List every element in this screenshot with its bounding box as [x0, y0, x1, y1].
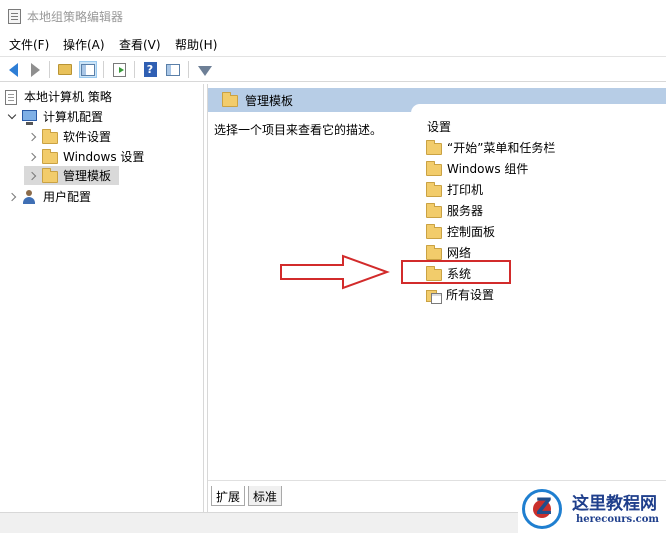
list-item-label: 网络 [447, 246, 472, 260]
help-button[interactable]: ? [141, 61, 159, 78]
tree-item-label: 计算机配置 [43, 110, 104, 124]
folder-icon [426, 244, 442, 260]
watermark-site-name: 这里教程网 [572, 494, 657, 514]
watermark: 这里教程网 herecours.com [518, 487, 666, 533]
folder-icon [426, 160, 442, 176]
forward-button[interactable] [26, 61, 44, 78]
all-settings-icon [426, 288, 442, 304]
list-item-printers[interactable]: 打印机 [426, 180, 483, 199]
menu-help[interactable]: 帮助(H) [175, 36, 217, 53]
folder-icon [426, 202, 442, 218]
tree-item-user-config[interactable]: 用户配置 [4, 187, 91, 206]
annotation-arrow-shape [280, 254, 390, 290]
back-icon [8, 62, 18, 77]
toolbar-separator [188, 61, 189, 78]
details-header-title: 管理模板 [245, 94, 294, 108]
details-pane: 管理模板 选择一个项目来查看它的描述。 设置 “开始”菜单和任务栏 Window… [207, 84, 666, 512]
show-hide-action-pane-icon [166, 63, 180, 76]
tree-item-label: 用户配置 [43, 190, 92, 204]
tree-item-label: 本地计算机 策略 [24, 90, 112, 104]
chevron-right-icon[interactable] [26, 170, 38, 182]
back-button[interactable] [4, 61, 22, 78]
chevron-down-icon[interactable] [6, 111, 18, 123]
policy-editor-icon [8, 9, 21, 24]
up-folder-icon [58, 64, 72, 75]
settings-column-header[interactable]: 设置 [427, 118, 451, 135]
view-tabs: 扩展 标准 [207, 486, 507, 508]
folder-icon [222, 92, 238, 107]
description-area: 选择一个项目来查看它的描述。 [208, 112, 410, 482]
tab-standard[interactable]: 标准 [248, 486, 283, 506]
list-item-label: “开始”菜单和任务栏 [447, 141, 556, 155]
annotation-highlight-box [401, 260, 511, 284]
window-title: 本地组策略编辑器 [27, 10, 124, 24]
menu-bar: 文件(F) 操作(A) 查看(V) 帮助(H) [0, 33, 666, 55]
folder-icon [42, 128, 58, 144]
folder-icon [426, 181, 442, 197]
list-item-control-panel[interactable]: 控制面板 [426, 222, 495, 241]
list-item-start-menu[interactable]: “开始”菜单和任务栏 [426, 138, 555, 157]
policy-document-icon [5, 89, 17, 105]
toolbar-separator [134, 61, 135, 78]
list-item-windows-components[interactable]: Windows 组件 [426, 159, 528, 178]
list-item-server[interactable]: 服务器 [426, 201, 483, 220]
settings-list[interactable]: 设置 “开始”菜单和任务栏 Windows 组件 打印机 服务器 控制面板 网络… [411, 104, 666, 482]
folder-icon [426, 223, 442, 239]
show-hide-tree-button[interactable] [79, 61, 97, 78]
show-hide-action-pane-button[interactable] [164, 61, 182, 78]
export-list-icon [112, 62, 126, 77]
filter-button[interactable] [196, 61, 214, 78]
chevron-right-icon[interactable] [26, 131, 38, 143]
toolbar-separator [103, 61, 104, 78]
menu-action[interactable]: 操作(A) [63, 36, 105, 53]
list-item-label: 所有设置 [446, 288, 495, 302]
help-icon: ? [143, 62, 157, 77]
tab-extended[interactable]: 扩展 [211, 486, 246, 506]
list-item-label: 打印机 [447, 183, 484, 197]
up-folder-button[interactable] [56, 61, 74, 78]
computer-icon [22, 109, 37, 125]
list-item-label: 控制面板 [447, 225, 496, 239]
user-icon [22, 189, 36, 204]
export-list-button[interactable] [110, 61, 128, 78]
tree-item-admin-templates[interactable]: 管理模板 [24, 166, 119, 185]
watermark-logo-icon [522, 489, 562, 529]
tree-item-computer-config[interactable]: 计算机配置 [4, 107, 103, 126]
tree-item-windows-settings[interactable]: Windows 设置 [24, 147, 144, 166]
folder-icon [42, 148, 58, 164]
tree-pane[interactable]: 本地计算机 策略 计算机配置 软件设置 Windows 设置 管理模板 用户配置 [0, 84, 204, 512]
chevron-right-icon[interactable] [6, 191, 18, 203]
folder-icon [42, 167, 58, 183]
tree-item-label: 管理模板 [63, 169, 112, 183]
list-item-label: 服务器 [447, 204, 484, 218]
tree-item-software-settings[interactable]: 软件设置 [24, 127, 111, 146]
watermark-site-url: herecours.com [576, 514, 660, 525]
folder-icon [426, 139, 442, 155]
forward-icon [30, 62, 40, 77]
menu-file[interactable]: 文件(F) [9, 36, 49, 53]
title-bar: 本地组策略编辑器 [0, 0, 666, 32]
annotation-arrow [280, 254, 390, 290]
menu-view[interactable]: 查看(V) [119, 36, 161, 53]
description-text: 选择一个项目来查看它的描述。 [214, 123, 383, 137]
list-item-label: Windows 组件 [447, 162, 529, 176]
filter-icon [198, 65, 212, 76]
list-item-all-settings[interactable]: 所有设置 [426, 285, 494, 304]
show-hide-tree-icon [81, 63, 95, 76]
tree-item-label: Windows 设置 [63, 150, 145, 164]
tree-item-label: 软件设置 [63, 130, 112, 144]
chevron-right-icon[interactable] [26, 151, 38, 163]
toolbar: ? [0, 56, 666, 82]
toolbar-separator [49, 61, 50, 78]
tree-item-local-policy[interactable]: 本地计算机 策略 [4, 87, 112, 106]
